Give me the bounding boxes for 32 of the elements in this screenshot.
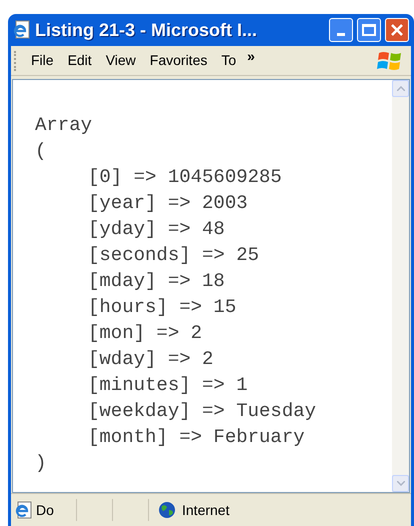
page-icon (15, 501, 33, 519)
code-line: [month] => February (87, 425, 306, 450)
close-button[interactable] (385, 18, 409, 42)
code-line: [mon] => 2 (87, 321, 204, 346)
minimize-button[interactable] (329, 18, 353, 42)
code-line: [minutes] => 1 (87, 373, 249, 398)
maximize-button[interactable] (357, 18, 381, 42)
menu-overflow-button[interactable]: » (247, 46, 255, 67)
code-line: [wday] => 2 (87, 347, 214, 372)
globe-icon (158, 501, 176, 519)
menu-item[interactable]: Edit (60, 50, 99, 71)
code-line: [weekday] => Tuesday (87, 399, 318, 424)
code-line: ( (35, 139, 48, 164)
page-icon (13, 20, 31, 40)
close-icon (390, 23, 404, 37)
minimize-icon (337, 33, 345, 36)
code-line: ) (35, 451, 48, 476)
window-title: Listing 21-3 - Microsoft I... (35, 18, 258, 42)
code-line: [year] => 2003 (87, 191, 249, 216)
menu-item[interactable]: View (98, 50, 143, 71)
security-zone-text: Internet (182, 500, 230, 520)
code-line: [hours] => 15 (87, 295, 238, 320)
menu-item[interactable]: File (24, 50, 61, 71)
code-line: [0] => 1045609285 (87, 165, 283, 190)
code-line: [yday] => 48 (87, 217, 226, 242)
status-text: Do (36, 500, 55, 520)
code-line: Array (35, 113, 94, 138)
code-line: [mday] => 18 (87, 269, 226, 294)
menu-item[interactable]: Favorites (142, 50, 214, 71)
menu-item[interactable]: To (214, 50, 244, 71)
maximize-icon (362, 24, 376, 36)
code-line: [seconds] => 25 (87, 243, 260, 268)
